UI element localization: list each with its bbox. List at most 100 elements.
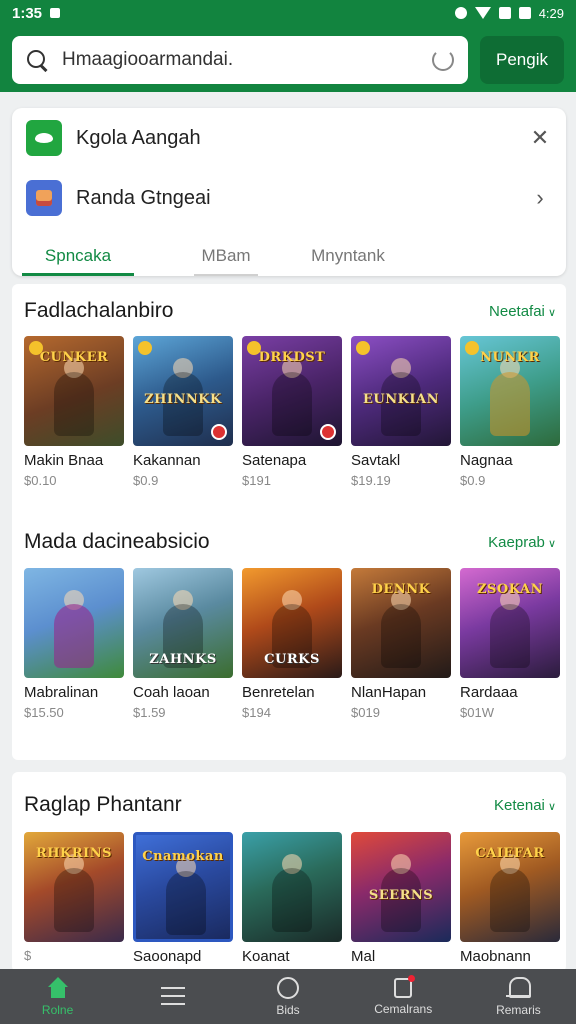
game-name: Nagnaa [460, 452, 513, 469]
section-title: Fadlachalanbiro [24, 299, 174, 322]
game-name: NlanHapan [351, 684, 427, 701]
circle-icon [277, 976, 299, 999]
game-name: Savtakl [351, 452, 401, 469]
game-card[interactable]: Koanat $ [242, 832, 342, 984]
section-more-link[interactable]: Neetafai [489, 303, 556, 320]
game-card[interactable]: ZHINNKK Kakannan $0.9 [133, 336, 233, 488]
game-art-title: Cnamokan [142, 849, 224, 864]
app-icon-green [26, 120, 62, 156]
filter-card: Kgola Aangah ✕ Randa Gtngeai › Spncaka M… [12, 108, 566, 276]
nav-menu[interactable] [115, 969, 230, 1024]
signal-icon [498, 7, 511, 19]
game-name: Benretelan [242, 684, 315, 701]
character-figure [490, 372, 530, 436]
game-card[interactable]: CURKS Benretelan $194 [242, 568, 342, 720]
search-bar[interactable] [12, 36, 468, 84]
game-thumbnail[interactable]: ZHINNKK [133, 336, 233, 446]
game-card[interactable]: Cnamokan Saoonapd $ [133, 832, 233, 984]
nav-cart[interactable]: Cemalrans [346, 969, 461, 1024]
notification-icon [50, 8, 61, 18]
game-art-title: EUNKIAN [363, 392, 439, 407]
game-thumbnail[interactable]: EUNKIAN [351, 336, 451, 446]
game-card[interactable]: NUNKR Nagnaa $0.9 [460, 336, 560, 488]
alarm-icon [454, 7, 467, 19]
nav-home[interactable]: Rolne [0, 969, 115, 1024]
section-header-1: Fadlachalanbiro Neetafai [24, 296, 556, 326]
app-header: Pengik [0, 26, 576, 92]
game-card[interactable]: SEERNS Mal [351, 832, 451, 984]
search-icon[interactable] [26, 49, 48, 71]
game-thumbnail[interactable] [242, 832, 342, 942]
chevron-right-icon[interactable]: › [528, 185, 552, 211]
nav-cart-label: Cemalrans [374, 1001, 433, 1016]
game-price: $019 [351, 705, 380, 720]
game-thumbnail[interactable]: ZSOKAN [460, 568, 560, 678]
nav-notifications[interactable]: Remaris [461, 969, 576, 1024]
status-right-text: 4:29 [538, 5, 564, 21]
game-thumbnail[interactable] [24, 568, 124, 678]
section-more-link[interactable]: Kaeprab [488, 534, 556, 551]
nav-bids[interactable]: Bids [230, 969, 345, 1024]
filter-row-1[interactable]: Kgola Aangah ✕ [26, 118, 552, 158]
game-name: Saoonapd [133, 948, 202, 965]
game-card[interactable]: CUNKER Makin Bnaa $0.10 [24, 336, 124, 488]
game-art-title: CUNKER [39, 350, 109, 365]
game-thumbnail[interactable]: RHKRINS [24, 832, 124, 942]
status-bar: 1:35 4:29 [0, 0, 576, 26]
game-card[interactable]: RHKRINS $ [24, 832, 124, 984]
game-name: Kakannan [133, 452, 201, 469]
game-thumbnail[interactable]: NUNKR [460, 336, 560, 446]
game-name: Mal [351, 948, 376, 965]
section-items-2: Mabralinan $15.50 ZAHNKS Coah laoan $1.5… [24, 568, 560, 720]
game-card[interactable]: DRKDST Satenapa $191 [242, 336, 342, 488]
game-thumbnail[interactable]: ZAHNKS [133, 568, 233, 678]
game-card[interactable]: DENNK NlanHapan $019 [351, 568, 451, 720]
game-thumbnail[interactable]: Cnamokan [133, 832, 233, 942]
game-thumbnail[interactable]: CUNKER [24, 336, 124, 446]
game-name: Rardaaa [460, 684, 518, 701]
game-card[interactable]: Mabralinan $15.50 [24, 568, 124, 720]
game-card[interactable]: CAIEFAR Maobnann $ [460, 832, 560, 984]
game-name: Maobnann [460, 948, 531, 965]
character-figure [54, 372, 94, 436]
game-card[interactable]: ZAHNKS Coah laoan $1.59 [133, 568, 233, 720]
game-card[interactable]: EUNKIAN Savtakl $19.19 [351, 336, 451, 488]
game-name: Koanat [242, 948, 290, 965]
close-icon[interactable]: ✕ [528, 125, 552, 151]
game-thumbnail[interactable]: DENNK [351, 568, 451, 678]
nav-bids-label: Bids [276, 1002, 300, 1017]
game-price: $194 [242, 705, 271, 720]
tab-2[interactable]: MBam [194, 236, 258, 276]
game-art-title: DRKDST [258, 350, 326, 365]
badge-icon [211, 424, 227, 440]
section-more-link[interactable]: Ketenai [494, 797, 556, 814]
game-price: $1.59 [133, 705, 166, 720]
header-action-button[interactable]: Pengik [480, 36, 564, 84]
game-price: $191 [242, 473, 271, 488]
game-price: $19.19 [351, 473, 391, 488]
character-figure [490, 868, 530, 932]
game-price: $01W [460, 705, 494, 720]
section-items-3: RHKRINS $ Cnamokan Saoonapd $ Koanat $ S… [24, 832, 560, 984]
badge-icon [356, 341, 370, 355]
bottom-nav: Rolne Bids Cemalrans Remaris [0, 969, 576, 1024]
game-art-title: SEERNS [368, 888, 434, 903]
character-figure [272, 372, 312, 436]
status-time: 1:35 [12, 4, 43, 22]
game-thumbnail[interactable]: DRKDST [242, 336, 342, 446]
game-price: $0.10 [24, 473, 57, 488]
tab-1[interactable]: Spncaka [22, 236, 134, 276]
filter-row-2[interactable]: Randa Gtngeai › [26, 178, 552, 218]
search-input[interactable] [62, 49, 432, 71]
game-card[interactable]: ZSOKAN Rardaaa $01W [460, 568, 560, 720]
section-header-2: Mada dacineabsicio Kaeprab [24, 527, 556, 557]
character-figure [54, 604, 94, 668]
game-name: Satenapa [242, 452, 307, 469]
refresh-icon[interactable] [432, 49, 454, 71]
section-header-3: Raglap Phantanr Ketenai [24, 790, 556, 820]
game-price: $ [24, 948, 32, 963]
game-thumbnail[interactable]: SEERNS [351, 832, 451, 942]
game-thumbnail[interactable]: CAIEFAR [460, 832, 560, 942]
game-thumbnail[interactable]: CURKS [242, 568, 342, 678]
tab-3[interactable]: Mnyntank [298, 236, 398, 276]
